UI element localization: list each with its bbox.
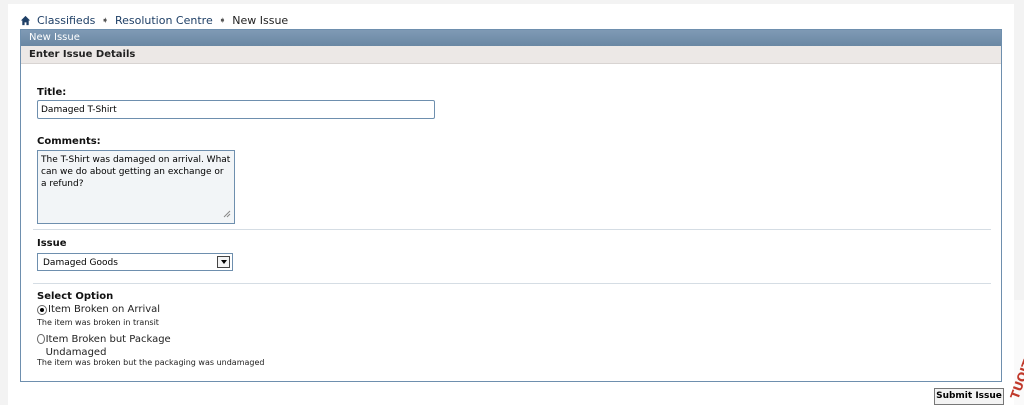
breadcrumb-link-resolution-centre[interactable]: Resolution Centre (115, 14, 213, 27)
option-item-broken-on-arrival[interactable]: Item Broken on Arrival (37, 304, 160, 315)
watermark-logo: TUOITREIT.VN (1004, 300, 1024, 405)
divider (33, 283, 991, 284)
issue-label: Issue (37, 238, 67, 249)
title-input[interactable] (37, 100, 435, 119)
new-issue-panel: New Issue Enter Issue Details Title: Com… (20, 29, 1002, 382)
divider (33, 229, 991, 230)
issue-select-value: Damaged Goods (43, 258, 118, 268)
title-label: Title: (37, 87, 67, 98)
option-help-text: The item was broken in transit (37, 318, 159, 327)
section-heading: Enter Issue Details (21, 46, 1001, 64)
panel-title: New Issue (21, 30, 1001, 46)
select-option-label: Select Option (37, 291, 114, 302)
resize-grip-icon[interactable] (223, 210, 231, 218)
breadcrumb: Classifieds ➧ Resolution Centre ➧ New Is… (20, 14, 288, 27)
breadcrumb-current: New Issue (232, 14, 289, 27)
breadcrumb-link-classifieds[interactable]: Classifieds (37, 14, 95, 27)
radio-button[interactable] (37, 334, 45, 344)
page: Classifieds ➧ Resolution Centre ➧ New Is… (8, 4, 1014, 405)
option-item-broken-package-undamaged[interactable]: Item Broken but Package Undamaged (37, 333, 177, 359)
chevron-down-icon[interactable] (217, 256, 230, 268)
comments-label: Comments: (37, 136, 101, 147)
breadcrumb-separator-icon: ➧ (101, 15, 109, 26)
option-help-text: The item was broken but the packaging wa… (37, 358, 265, 367)
option-label: Item Broken but Package Undamaged (45, 334, 171, 358)
home-icon[interactable] (20, 15, 31, 26)
radio-button-selected[interactable] (37, 305, 47, 315)
submit-issue-button[interactable]: Submit Issue (934, 388, 1004, 405)
option-label: Item Broken on Arrival (48, 304, 161, 315)
comments-textarea[interactable]: The T-Shirt was damaged on arrival. What… (37, 150, 235, 224)
issue-select[interactable]: Damaged Goods (37, 253, 233, 271)
breadcrumb-separator-icon: ➧ (218, 15, 227, 26)
